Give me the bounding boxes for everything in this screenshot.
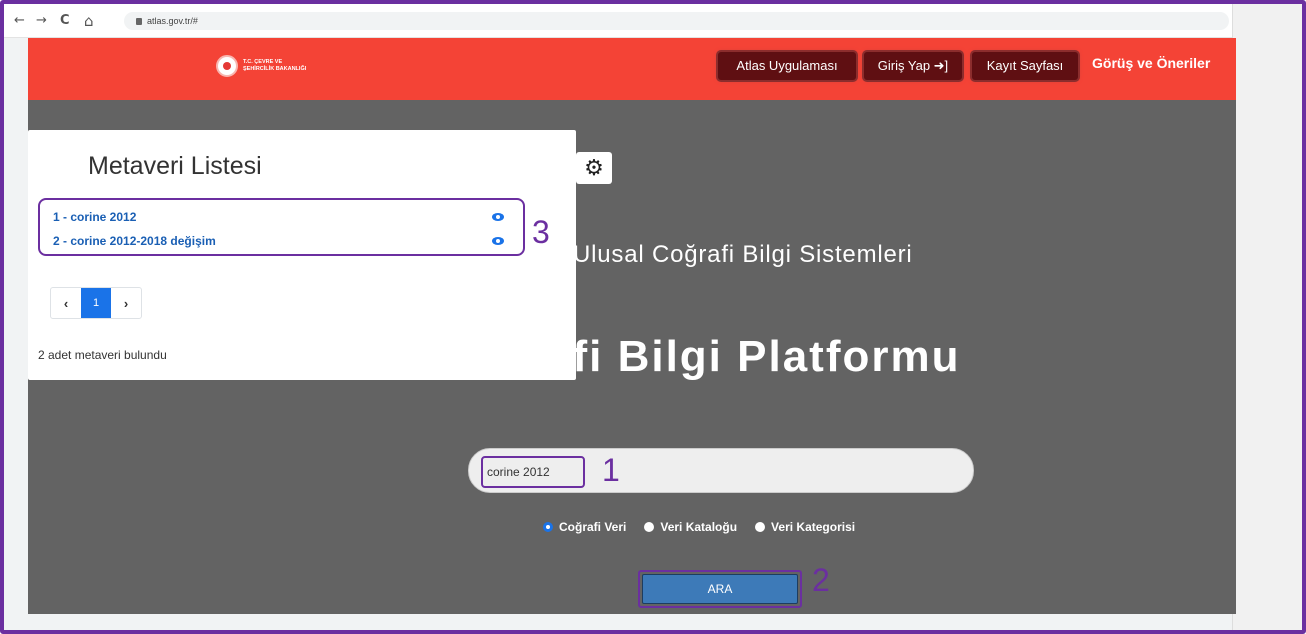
metadata-count: 2 adet metaveri bulundu (38, 348, 167, 362)
page-scrollbar-area (1232, 4, 1302, 630)
search-bar (468, 448, 974, 493)
search-type-radios: Coğrafi Veri Veri Kataloğu Veri Kategori… (543, 520, 855, 534)
prev-page-button[interactable]: ‹ (51, 288, 81, 318)
site-header: T.C. ÇEVRE VE ŞEHİRCİLİK BAKANLIĞI Atlas… (28, 38, 1236, 100)
metadata-list: 1 - corine 2012 2 - corine 2012-2018 değ… (38, 198, 525, 256)
page-1-button[interactable]: 1 (81, 288, 111, 318)
eye-icon[interactable] (492, 213, 504, 221)
metadata-panel-title: Metaveri Listesi (88, 152, 262, 180)
search-button[interactable]: ARA (642, 574, 798, 604)
atlas-app-button[interactable]: Atlas Uygulaması (718, 52, 856, 80)
home-icon[interactable]: ⌂ (84, 14, 94, 29)
annotation-1: 1 (602, 452, 620, 488)
annotation-3: 3 (532, 214, 550, 250)
screenshot-frame: ← → C ⌂ atlas.gov.tr/# T.C. ÇEVRE VE ŞEH… (0, 0, 1306, 634)
pagination: ‹ 1 › (50, 287, 142, 319)
metadata-item[interactable]: 2 - corine 2012-2018 değişim (53, 234, 216, 248)
gear-icon[interactable]: ⚙ (576, 152, 612, 184)
metadata-panel: Metaveri Listesi 1 - corine 2012 2 - cor… (28, 130, 576, 380)
hero-subtitle: Ulusal Coğrafi Bilgi Sistemleri (573, 241, 913, 268)
register-button[interactable]: Kayıt Sayfası (972, 52, 1078, 80)
url-text: atlas.gov.tr/# (147, 16, 198, 26)
logo-text-line1: T.C. ÇEVRE VE (243, 59, 283, 65)
login-button[interactable]: Giriş Yap ➜] (864, 52, 962, 80)
ministry-logo[interactable]: T.C. ÇEVRE VE ŞEHİRCİLİK BAKANLIĞI (216, 55, 313, 77)
eye-icon[interactable] (492, 237, 504, 245)
search-button-highlight: ARA (638, 570, 802, 608)
radio-veri-katalogu[interactable]: Veri Kataloğu (644, 520, 737, 534)
logo-text-line2: ŞEHİRCİLİK BAKANLIĞI (243, 66, 307, 72)
radio-selected-icon (543, 522, 553, 532)
feedback-link[interactable]: Görüş ve Öneriler (1092, 55, 1210, 71)
emblem-icon (216, 55, 238, 77)
next-page-button[interactable]: › (111, 288, 141, 318)
forward-icon[interactable]: → (36, 14, 47, 28)
reload-icon[interactable]: C (60, 14, 70, 28)
radio-icon (755, 522, 766, 532)
search-input[interactable] (481, 456, 585, 488)
radio-icon (644, 522, 655, 532)
address-bar[interactable]: atlas.gov.tr/# (124, 12, 1229, 30)
annotation-2: 2 (812, 562, 830, 598)
metadata-item[interactable]: 1 - corine 2012 (53, 210, 136, 224)
lock-icon (136, 18, 142, 25)
radio-cografi-veri[interactable]: Coğrafi Veri (543, 520, 626, 534)
back-icon[interactable]: ← (14, 14, 25, 28)
browser-toolbar: ← → C ⌂ atlas.gov.tr/# (4, 4, 1236, 38)
radio-veri-kategorisi[interactable]: Veri Kategorisi (755, 520, 855, 534)
